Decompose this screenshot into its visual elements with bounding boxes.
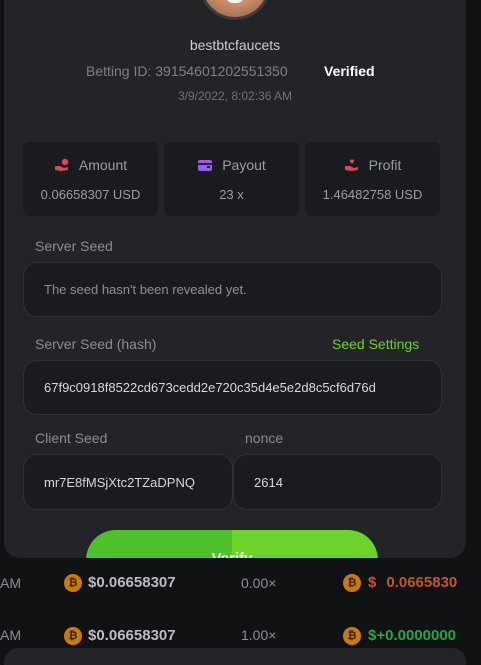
row-amount: $0.06658307 <box>88 574 176 591</box>
server-seed-field[interactable]: The seed hasn't been revealed yet. <box>23 262 442 317</box>
row-profit-value: 0.0000000 <box>385 627 457 644</box>
payout-value: 23 x <box>219 187 244 202</box>
amount-card: Amount 0.06658307 USD <box>23 142 158 216</box>
profit-card: Profit 1.46482758 USD <box>305 142 440 216</box>
row-amount: $0.06658307 <box>88 627 176 644</box>
bet-details-modal: bestbtcfaucets Betting ID: 3915460120255… <box>4 0 466 558</box>
row-profit-sign: $ <box>368 574 377 591</box>
bitcoin-icon: ₿ <box>343 574 361 592</box>
amount-label: Amount <box>78 157 128 173</box>
payout-label: Payout <box>222 157 266 173</box>
row-multiplier: 1.00× <box>241 627 277 643</box>
client-seed-field[interactable]: mr7E8fMSjXtc2TZaDPNQ <box>23 454 233 510</box>
server-seed-label: Server Seed <box>35 238 113 254</box>
profit-label: Profit <box>368 157 402 173</box>
hand-coin-icon <box>54 158 69 171</box>
row-profit-sign: $+ <box>368 627 386 644</box>
row-profit: $+0.0000000 <box>368 627 456 644</box>
betting-id: Betting ID: 39154601202551350 <box>86 63 288 79</box>
row-time: AM <box>0 575 21 591</box>
row-profit-value: 0.0665830 <box>386 574 458 591</box>
client-seed-label: Client Seed <box>35 430 108 446</box>
verified-badge: Verified <box>324 63 375 79</box>
hand-heart-icon <box>344 159 358 171</box>
seed-settings-link[interactable]: Seed Settings <box>332 336 419 352</box>
bet-date: 3/9/2022, 8:02:36 AM <box>177 89 293 103</box>
bitcoin-icon: ₿ <box>343 627 361 645</box>
bitcoin-icon: ₿ <box>64 574 82 592</box>
verify-button[interactable]: Verify <box>86 530 378 558</box>
row-multiplier: 0.00× <box>241 575 277 591</box>
server-seed-hash-field[interactable]: 67f9c0918f8522cd673cedd2e720c35d4e5e2d8c… <box>23 360 442 415</box>
wallet-icon <box>198 160 213 171</box>
nonce-label: nonce <box>245 430 284 446</box>
server-seed-hash-label: Server Seed (hash) <box>35 336 157 352</box>
table-row: AM ₿ $0.06658307 0.00× ₿ $0.0665830 <box>0 558 481 608</box>
modal-footer-edge <box>4 648 466 665</box>
row-time: AM <box>0 627 21 643</box>
row-profit: $0.0665830 <box>368 574 457 591</box>
amount-value: 0.06658307 USD <box>40 187 141 202</box>
payout-card: Payout 23 x <box>164 142 299 216</box>
avatar <box>199 0 271 20</box>
nonce-field[interactable]: 2614 <box>233 454 442 510</box>
username: bestbtcfaucets <box>189 37 281 53</box>
profit-value: 1.46482758 USD <box>322 187 423 202</box>
bitcoin-icon: ₿ <box>64 627 82 645</box>
